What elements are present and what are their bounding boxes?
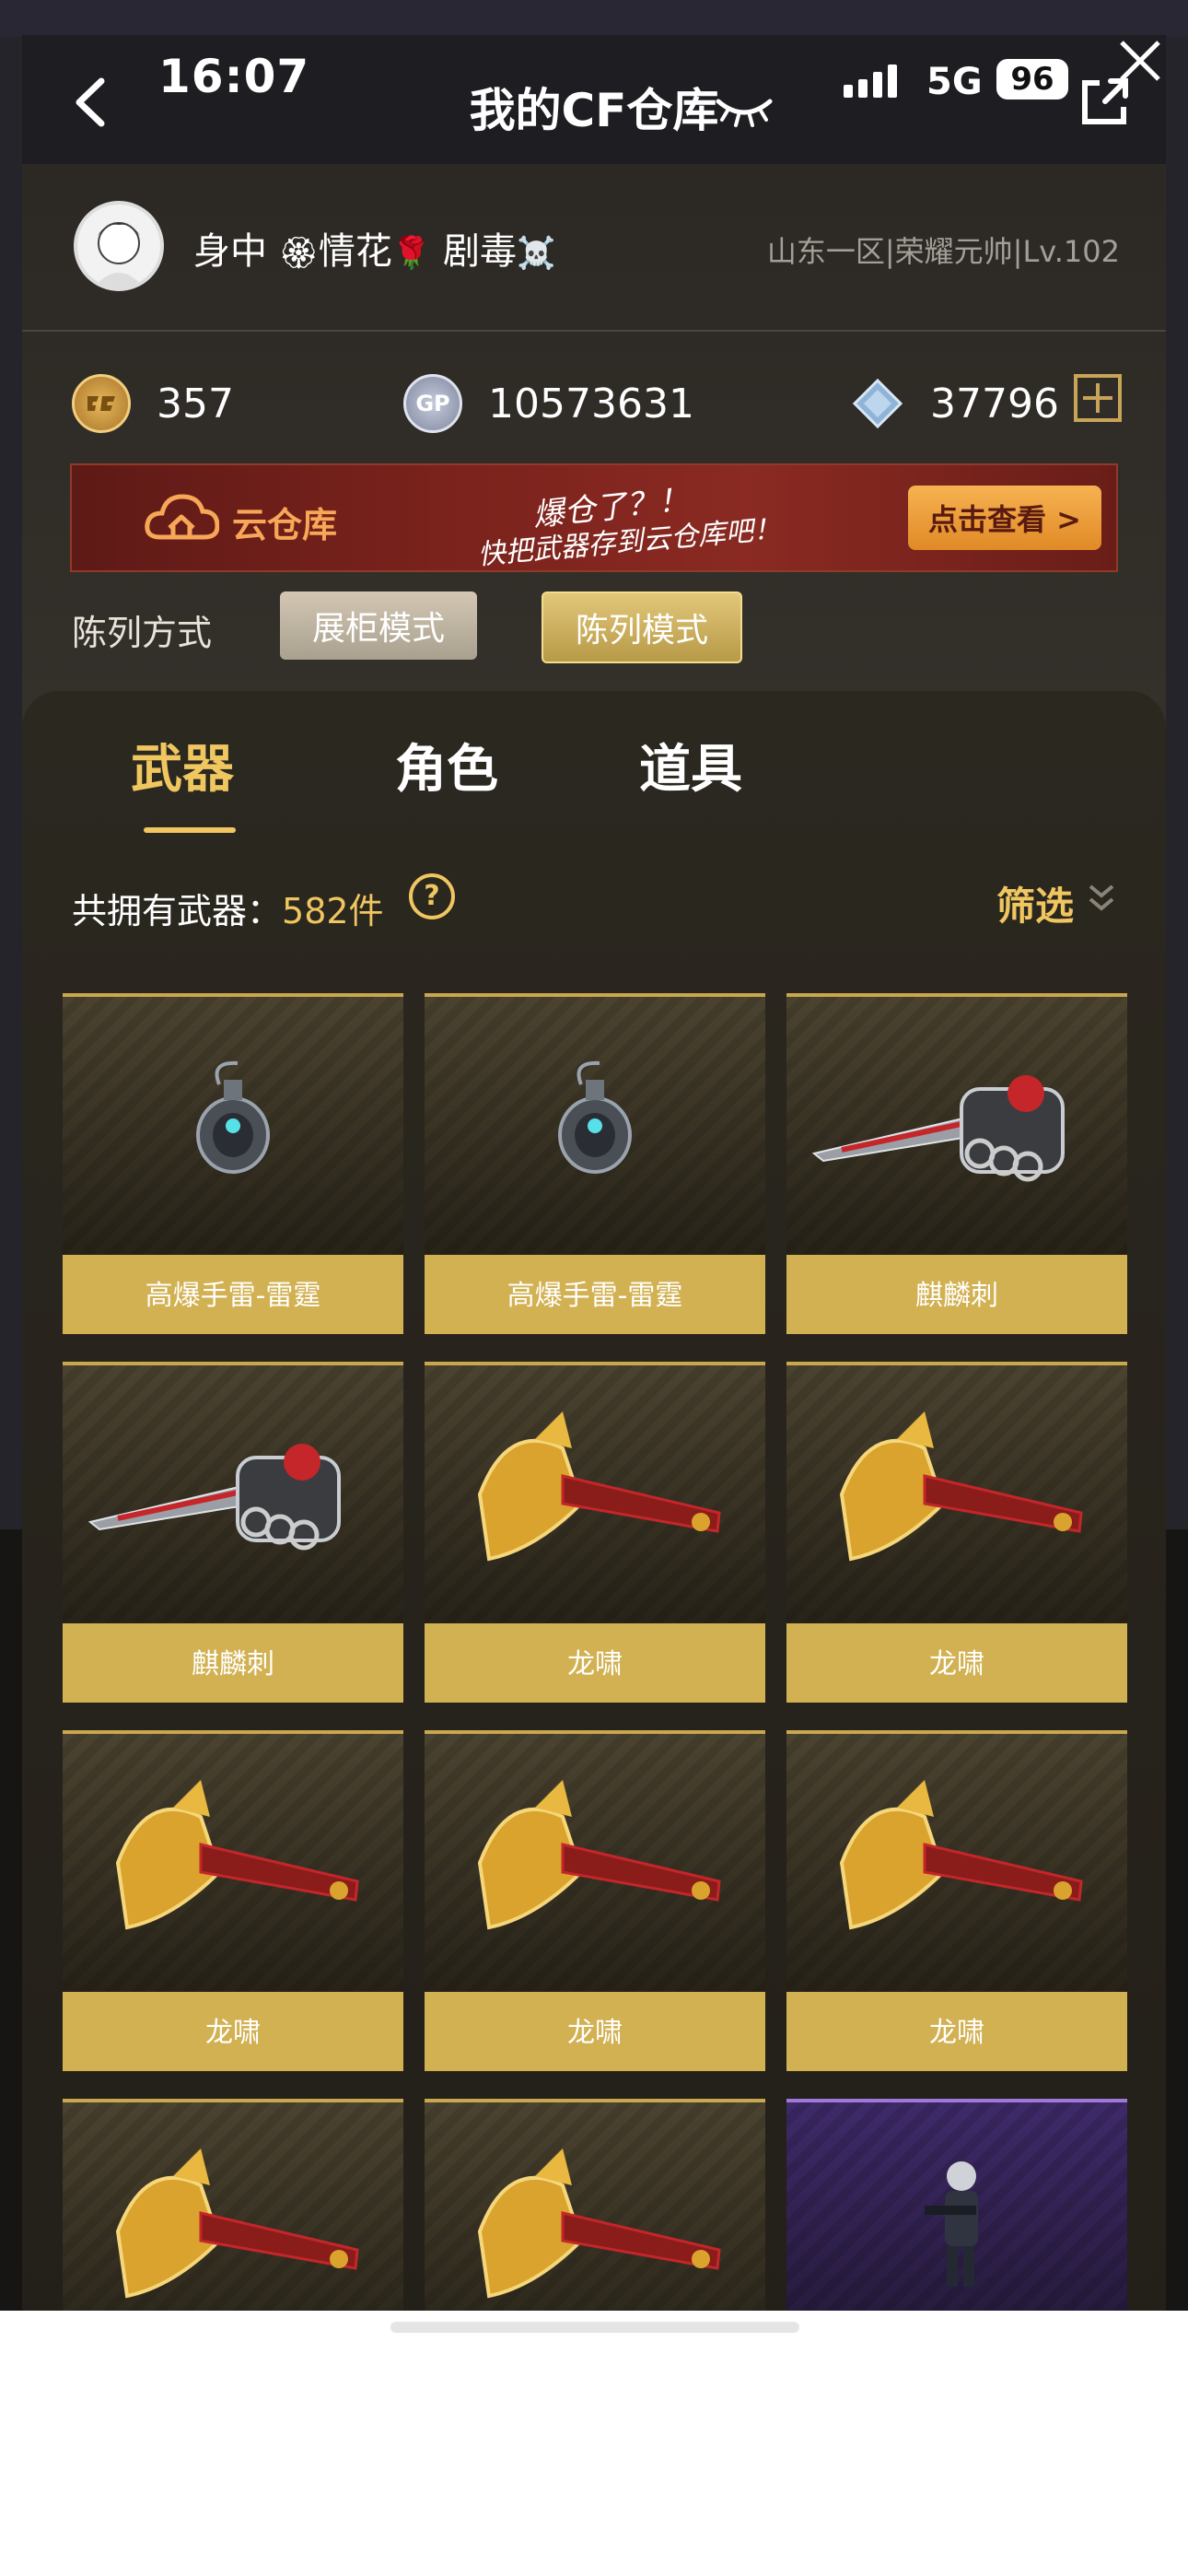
- inventory-card[interactable]: 龙啸: [786, 1362, 1127, 1703]
- banner-title: 云仓库: [232, 505, 338, 545]
- gp-coin-value: 10573631: [488, 380, 694, 427]
- close-icon[interactable]: [1114, 35, 1166, 87]
- inventory-card[interactable]: 麒麟刺: [786, 993, 1127, 1334]
- cabinet-mode-button[interactable]: 展柜模式: [280, 591, 477, 660]
- cloud-warehouse-banner[interactable]: 云仓库 爆仓了？！ 快把武器存到云仓库吧！ 点击查看 >: [70, 463, 1118, 572]
- inventory-card[interactable]: 龙啸: [425, 1730, 765, 2071]
- gp-coin-icon: GP: [403, 374, 462, 433]
- card-label: 龙啸: [425, 1623, 765, 1703]
- network-type: 5G: [926, 61, 983, 103]
- card-label: 龙啸: [786, 1623, 1127, 1703]
- cloud-home-icon: [145, 494, 219, 540]
- tab-characters[interactable]: 角色: [395, 728, 498, 802]
- home-indicator[interactable]: [390, 2322, 799, 2333]
- diamond-value: 37796: [930, 380, 1059, 427]
- recharge-plus-button[interactable]: [1074, 374, 1122, 422]
- page-title: 我的CF仓库: [469, 84, 719, 137]
- battery-indicator: 96: [996, 59, 1068, 100]
- currency-gp: GP 10573631: [403, 367, 694, 440]
- currency-diamond: 37796: [851, 367, 1059, 440]
- inventory-card[interactable]: 龙啸: [63, 1730, 403, 2071]
- divider: [22, 330, 1166, 332]
- weapon-count-suffix: 件: [348, 891, 384, 931]
- inventory-card[interactable]: 龙啸: [63, 2099, 403, 2311]
- inventory-card[interactable]: 龙啸: [425, 1362, 765, 1703]
- weapon-count: 共拥有武器：582件: [72, 883, 384, 933]
- tab-weapons[interactable]: 武器: [131, 728, 234, 802]
- card-label: 龙啸: [425, 1992, 765, 2071]
- eye-closed-icon[interactable]: [715, 88, 774, 129]
- nickname-part: 身中: [193, 230, 267, 273]
- card-label: 麒麟刺: [63, 1623, 403, 1703]
- chevron-down-icon[interactable]: [1085, 879, 1118, 916]
- list-mode-button[interactable]: 陈列模式: [542, 591, 742, 663]
- inventory-card[interactable]: 麒麟刺: [63, 1362, 403, 1703]
- cf-warehouse-panel: 16:07 我的CF仓库 5G 96 身中 🏵情花🌹 剧毒☠️ 山东一区|荣耀元…: [22, 35, 1166, 2311]
- background-right-edge: [1166, 37, 1188, 1529]
- card-label: 高爆手雷-雷霆: [425, 1255, 765, 1334]
- view-button[interactable]: 点击查看 >: [908, 486, 1101, 550]
- inventory-card[interactable]: 龙啸: [425, 2099, 765, 2311]
- server-rank-level: 山东一区|荣耀元帅|Lv.102: [766, 234, 1120, 269]
- currency-cf: 357: [72, 367, 234, 440]
- card-label: 龙啸: [786, 1992, 1127, 2071]
- card-label: 高爆手雷-雷霆: [63, 1255, 403, 1334]
- weapon-count-number: 582: [282, 891, 349, 931]
- cf-coin-icon: [72, 374, 131, 433]
- diamond-icon: [852, 378, 903, 429]
- inventory-card[interactable]: 高爆手雷-雷霆: [63, 993, 403, 1334]
- background-app-strip: [0, 0, 1188, 37]
- background-left-edge: [0, 37, 22, 1529]
- filter-button[interactable]: 筛选: [996, 875, 1074, 931]
- display-mode-label: 陈列方式: [72, 613, 213, 653]
- card-label: 麒麟刺: [786, 1255, 1127, 1334]
- inventory-card[interactable]: 高爆手雷-雷霆: [425, 993, 765, 1334]
- flower-emoji: 🏵: [278, 235, 319, 272]
- skull-emoji: ☠️: [516, 235, 556, 272]
- card-label: 龙啸: [63, 1992, 403, 2071]
- nickname-part: 剧毒: [442, 230, 517, 273]
- tab-items[interactable]: 道具: [639, 728, 742, 802]
- avatar[interactable]: [74, 201, 164, 291]
- inventory-card[interactable]: 龙啸: [786, 1730, 1127, 2071]
- inventory-card[interactable]: M4A1-雷神-精英刀锋: [786, 2099, 1127, 2311]
- inventory-content: 武器 角色 道具 共拥有武器：582件 ? 筛选 高爆手雷-雷霆 高爆手雷-雷霆麒…: [22, 691, 1166, 2311]
- top-bar: 16:07 我的CF仓库 5G 96: [22, 35, 1166, 164]
- nickname-part: 情花: [318, 230, 392, 273]
- help-icon[interactable]: ?: [409, 873, 455, 919]
- profile-row: 身中 🏵情花🌹 剧毒☠️ 山东一区|荣耀元帅|Lv.102: [22, 164, 1166, 330]
- cf-coin-value: 357: [157, 380, 234, 427]
- signal-icon: [844, 64, 897, 98]
- weapon-count-prefix: 共拥有武器：: [72, 891, 283, 931]
- nickname: 身中 🏵情花🌹 剧毒☠️: [193, 221, 555, 275]
- bottom-sheet-area: [0, 2311, 1188, 2576]
- active-tab-indicator: [144, 827, 236, 833]
- rose-emoji: 🌹: [391, 235, 432, 272]
